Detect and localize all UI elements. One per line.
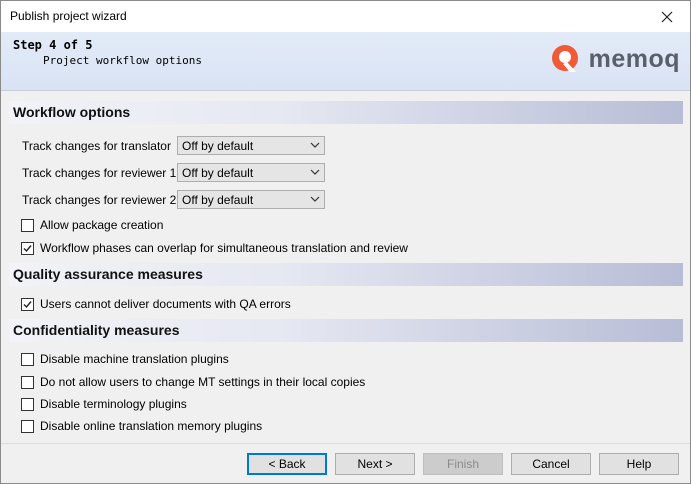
no-change-mt-settings-option[interactable]: Do not allow users to change MT settings…: [21, 375, 365, 389]
memoq-logo-text: memoq: [588, 44, 680, 73]
window-title: Publish project wizard: [10, 9, 127, 23]
reviewer1-track-changes-label: Track changes for reviewer 1: [22, 166, 177, 180]
memoq-logo: memoq: [549, 42, 680, 76]
chevron-down-icon: [310, 196, 320, 202]
confidentiality-heading: Confidentiality measures: [13, 322, 180, 338]
allow-package-creation-checkbox[interactable]: [21, 218, 34, 232]
allow-package-creation-option[interactable]: Allow package creation: [21, 218, 163, 232]
checkbox-label: Disable machine translation plugins: [40, 352, 229, 366]
disable-online-tm-plugins-option[interactable]: Disable online translation memory plugin…: [21, 419, 262, 433]
checkbox-label: Users cannot deliver documents with QA e…: [40, 297, 291, 311]
qa-measures-heading: Quality assurance measures: [13, 266, 203, 282]
step-indicator: Step 4 of 5: [13, 38, 93, 52]
help-button[interactable]: Help: [599, 453, 679, 475]
phases-overlap-option[interactable]: Workflow phases can overlap for simultan…: [21, 241, 408, 255]
checkbox-label: Do not allow users to change MT settings…: [40, 375, 366, 389]
no-change-mt-settings-checkbox[interactable]: [21, 375, 34, 389]
disable-online-tm-plugins-checkbox[interactable]: [21, 419, 34, 433]
wizard-window: Publish project wizard Step 4 of 5 Proje…: [0, 0, 691, 484]
translator-track-changes-label: Track changes for translator: [22, 139, 171, 153]
confidentiality-header: Confidentiality measures: [9, 319, 683, 342]
disable-terminology-plugins-option[interactable]: Disable terminology plugins: [21, 397, 187, 411]
qa-measures-header: Quality assurance measures: [9, 263, 683, 286]
dropdown-value: Off by default: [182, 166, 254, 180]
dropdown-value: Off by default: [182, 193, 254, 207]
checkmark-icon: [23, 244, 32, 252]
reviewer2-track-changes-label: Track changes for reviewer 2: [22, 193, 177, 207]
cancel-button[interactable]: Cancel: [511, 453, 591, 475]
checkmark-icon: [23, 300, 32, 308]
title-bar: Publish project wizard: [1, 1, 690, 32]
wizard-header: Step 4 of 5 Project workflow options mem…: [1, 32, 690, 91]
wizard-content: Workflow options Track changes for trans…: [1, 91, 690, 443]
finish-button[interactable]: Finish: [423, 453, 503, 475]
reviewer2-track-changes-dropdown[interactable]: Off by default: [177, 190, 325, 209]
disable-mt-plugins-option[interactable]: Disable machine translation plugins: [21, 352, 229, 366]
no-deliver-qa-errors-checkbox[interactable]: [21, 297, 34, 311]
disable-mt-plugins-checkbox[interactable]: [21, 352, 34, 366]
reviewer1-track-changes-dropdown[interactable]: Off by default: [177, 163, 325, 182]
workflow-options-header: Workflow options: [9, 101, 683, 124]
dropdown-value: Off by default: [182, 139, 254, 153]
disable-terminology-plugins-checkbox[interactable]: [21, 397, 34, 411]
translator-track-changes-dropdown[interactable]: Off by default: [177, 136, 325, 155]
close-button[interactable]: [644, 1, 690, 32]
checkbox-label: Disable terminology plugins: [40, 397, 187, 411]
next-button[interactable]: Next >: [335, 453, 415, 475]
memoq-logo-icon: [551, 45, 578, 72]
chevron-down-icon: [310, 142, 320, 148]
no-deliver-qa-errors-option[interactable]: Users cannot deliver documents with QA e…: [21, 297, 291, 311]
checkbox-label: Allow package creation: [40, 218, 164, 232]
workflow-options-heading: Workflow options: [13, 104, 131, 120]
checkbox-label: Workflow phases can overlap for simultan…: [40, 241, 408, 255]
step-subtitle: Project workflow options: [43, 54, 202, 67]
close-icon: [661, 11, 673, 22]
checkbox-label: Disable online translation memory plugin…: [40, 419, 263, 433]
back-button[interactable]: < Back: [247, 453, 327, 475]
phases-overlap-checkbox[interactable]: [21, 241, 34, 255]
wizard-footer: < Back Next > Finish Cancel Help: [1, 443, 690, 483]
chevron-down-icon: [310, 169, 320, 175]
